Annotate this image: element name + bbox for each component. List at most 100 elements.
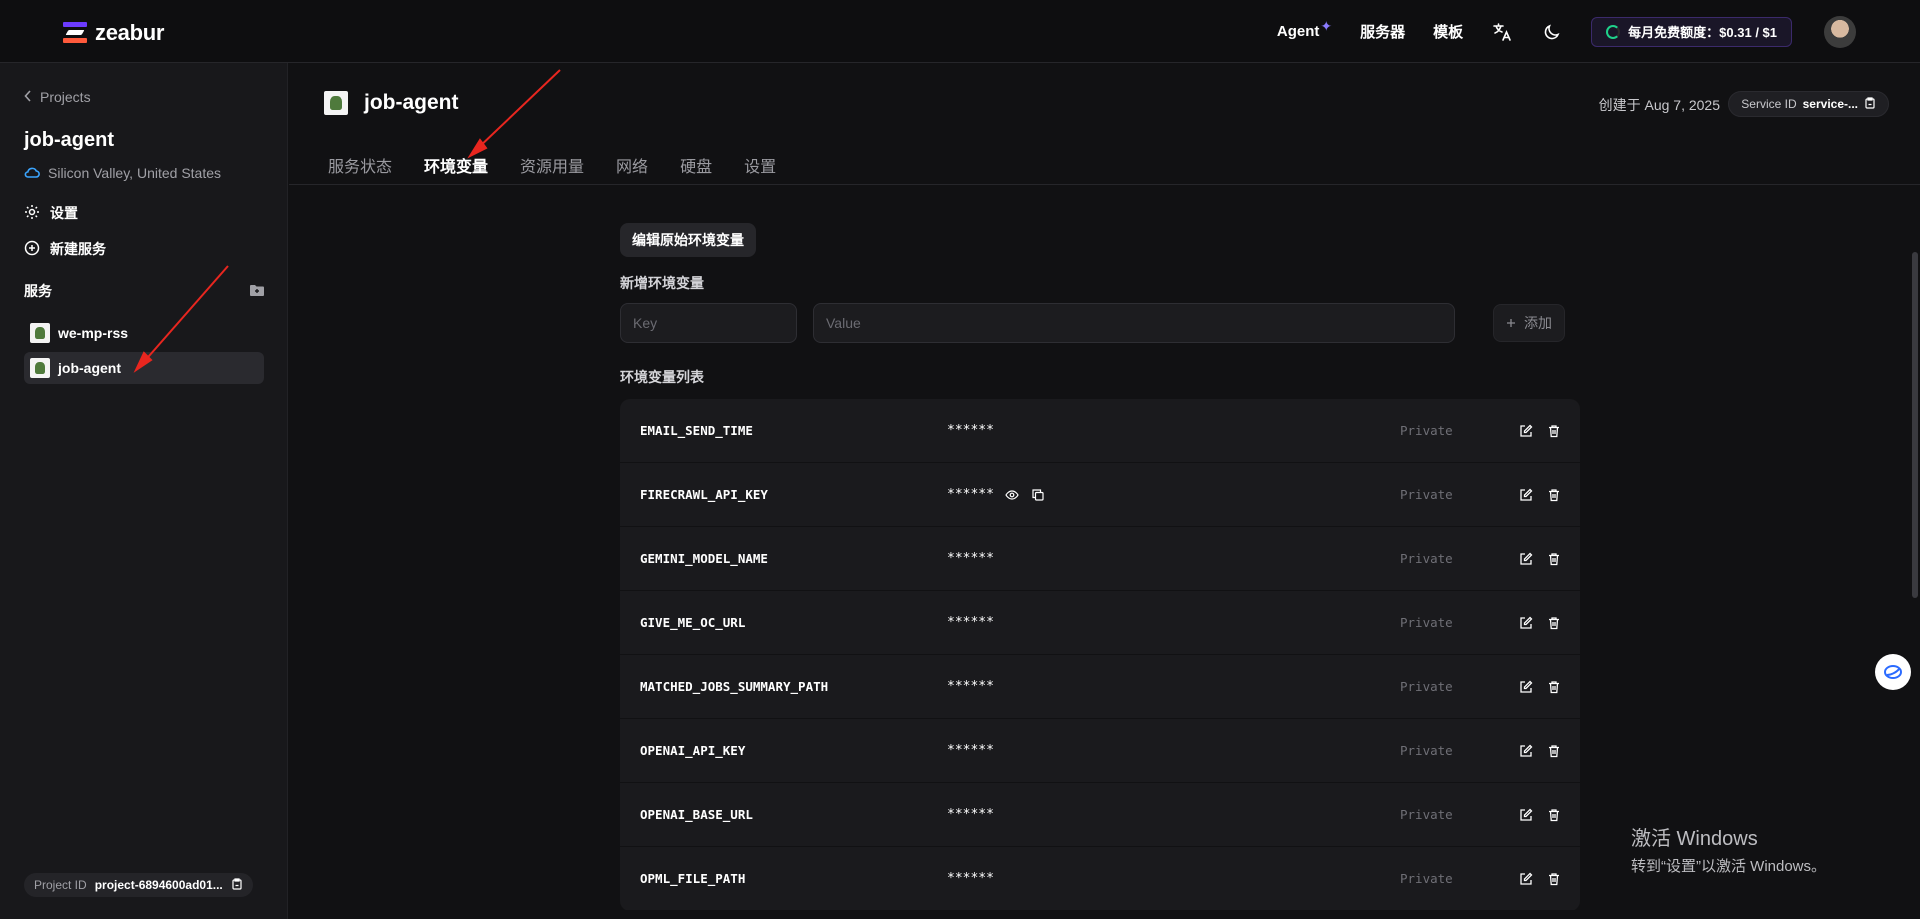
plus-circle-icon: [24, 240, 40, 259]
service-id-badge[interactable]: Service ID service-...: [1728, 91, 1889, 117]
env-visibility: Private: [1400, 551, 1453, 566]
env-list-label: 环境变量列表: [620, 369, 704, 385]
nav-templates[interactable]: 模板: [1433, 21, 1463, 42]
translate-icon[interactable]: [1491, 21, 1513, 43]
edit-raw-env-button[interactable]: 编辑原始环境变量: [620, 223, 756, 257]
env-visibility: Private: [1400, 743, 1453, 758]
env-key: MATCHED_JOBS_SUMMARY_PATH: [640, 679, 829, 694]
copy-icon[interactable]: [1864, 96, 1876, 112]
tab-resources[interactable]: 资源用量: [520, 153, 584, 191]
env-visibility: Private: [1400, 679, 1453, 694]
trash-icon[interactable]: [1546, 487, 1562, 503]
service-icon: [30, 358, 50, 378]
tab-disk[interactable]: 硬盘: [680, 153, 712, 191]
sidebar: Projects job-agent Silicon Valley, Unite…: [0, 63, 288, 919]
edit-icon[interactable]: [1518, 423, 1534, 439]
service-name: we-mp-rss: [58, 325, 129, 341]
sidebar-service-we-mp-rss[interactable]: we-mp-rss: [24, 317, 264, 349]
add-env-label: 添加: [1524, 315, 1552, 331]
scrollbar-thumb[interactable]: [1912, 252, 1918, 598]
trash-icon[interactable]: [1546, 551, 1562, 567]
back-to-projects[interactable]: Projects: [24, 89, 91, 105]
table-row: GEMINI_MODEL_NAME ****** Private: [620, 527, 1580, 591]
add-env-button[interactable]: 添加: [1493, 304, 1565, 342]
edit-icon[interactable]: [1518, 551, 1534, 567]
edit-icon[interactable]: [1518, 615, 1534, 631]
project-id-badge[interactable]: Project ID project-6894600ad01...: [24, 873, 253, 897]
folder-add-icon[interactable]: [250, 283, 264, 299]
table-row: FIRECRAWL_API_KEY ****** Private: [620, 463, 1580, 527]
edit-icon[interactable]: [1518, 807, 1534, 823]
eye-icon[interactable]: [1004, 487, 1020, 503]
watermark-line-1: 激活 Windows: [1631, 828, 1758, 850]
env-key: FIRECRAWL_API_KEY: [640, 487, 768, 502]
table-row: MATCHED_JOBS_SUMMARY_PATH ****** Private: [620, 655, 1580, 719]
key-input[interactable]: Key: [620, 303, 797, 343]
logo-text: zeabur: [95, 20, 165, 45]
env-value-text: ******: [947, 807, 994, 822]
sidebar-settings[interactable]: 设置: [24, 203, 78, 223]
env-value: ******: [947, 743, 994, 758]
project-id-label: Project ID: [34, 878, 87, 892]
env-value: ******: [947, 551, 994, 566]
user-avatar[interactable]: [1824, 15, 1856, 48]
new-env-label: 新增环境变量: [620, 275, 704, 291]
gear-icon: [24, 204, 40, 223]
sidebar-service-job-agent[interactable]: job-agent: [24, 352, 264, 384]
nav-servers[interactable]: 服务器: [1360, 21, 1405, 42]
env-visibility: Private: [1400, 807, 1453, 822]
row-actions: [1518, 679, 1562, 695]
trash-icon[interactable]: [1546, 615, 1562, 631]
trash-icon[interactable]: [1546, 807, 1562, 823]
env-value: ******: [947, 487, 1046, 503]
zeabur-logo[interactable]: zeabur: [63, 20, 164, 46]
tab-status[interactable]: 服务状态: [328, 153, 392, 191]
tab-env-vars[interactable]: 环境变量: [424, 153, 488, 191]
created-date: 创建于 Aug 7, 2025: [1598, 97, 1720, 113]
moon-icon[interactable]: [1541, 21, 1563, 43]
top-nav: Agent ✦ 服务器 模板 每月免费额度：$0.31 / $1: [1277, 0, 1856, 63]
env-visibility: Private: [1400, 423, 1453, 438]
tabs-divider: [289, 184, 1920, 185]
env-content: 编辑原始环境变量 新增环境变量 Key Value 添加 环境变量列表 EMAI…: [620, 223, 1580, 911]
sidebar-settings-label: 设置: [50, 205, 78, 221]
env-value-text: ******: [947, 423, 994, 438]
env-value: ******: [947, 615, 994, 630]
row-actions: [1518, 871, 1562, 887]
copy-icon[interactable]: [1030, 487, 1046, 503]
free-quota-badge[interactable]: 每月免费额度：$0.31 / $1: [1591, 16, 1792, 47]
row-actions: [1518, 487, 1562, 503]
env-key: GIVE_ME_OC_URL: [640, 615, 746, 630]
trash-icon[interactable]: [1546, 423, 1562, 439]
project-title: job-agent: [24, 129, 114, 151]
env-key: OPML_FILE_PATH: [640, 871, 746, 886]
env-value-text: ******: [947, 487, 994, 502]
scrollbar[interactable]: [1910, 188, 1920, 919]
trash-icon[interactable]: [1546, 871, 1562, 887]
env-key: GEMINI_MODEL_NAME: [640, 551, 768, 566]
service-icon: [324, 91, 348, 115]
env-value-text: ******: [947, 871, 994, 886]
trash-icon[interactable]: [1546, 679, 1562, 695]
sparkle-icon: ✦: [1320, 18, 1333, 34]
trash-icon[interactable]: [1546, 743, 1562, 759]
edit-icon[interactable]: [1518, 679, 1534, 695]
edit-icon[interactable]: [1518, 487, 1534, 503]
edit-icon[interactable]: [1518, 871, 1534, 887]
env-value-text: ******: [947, 679, 994, 694]
support-chat-button[interactable]: [1875, 654, 1911, 690]
table-row: OPENAI_API_KEY ****** Private: [620, 719, 1580, 783]
value-input[interactable]: Value: [813, 303, 1455, 343]
tab-network[interactable]: 网络: [616, 153, 648, 191]
copy-icon[interactable]: [231, 877, 243, 893]
sidebar-new-service-label: 新建服务: [50, 241, 106, 257]
edit-icon[interactable]: [1518, 743, 1534, 759]
sidebar-new-service[interactable]: 新建服务: [24, 239, 106, 259]
env-key: OPENAI_BASE_URL: [640, 807, 753, 822]
service-id-value: service-...: [1802, 97, 1858, 111]
service-name: job-agent: [58, 360, 121, 376]
table-row: EMAIL_SEND_TIME ****** Private: [620, 399, 1580, 463]
env-value-text: ******: [947, 743, 994, 758]
nav-agent[interactable]: Agent ✦: [1277, 18, 1332, 40]
tab-settings[interactable]: 设置: [744, 153, 776, 191]
